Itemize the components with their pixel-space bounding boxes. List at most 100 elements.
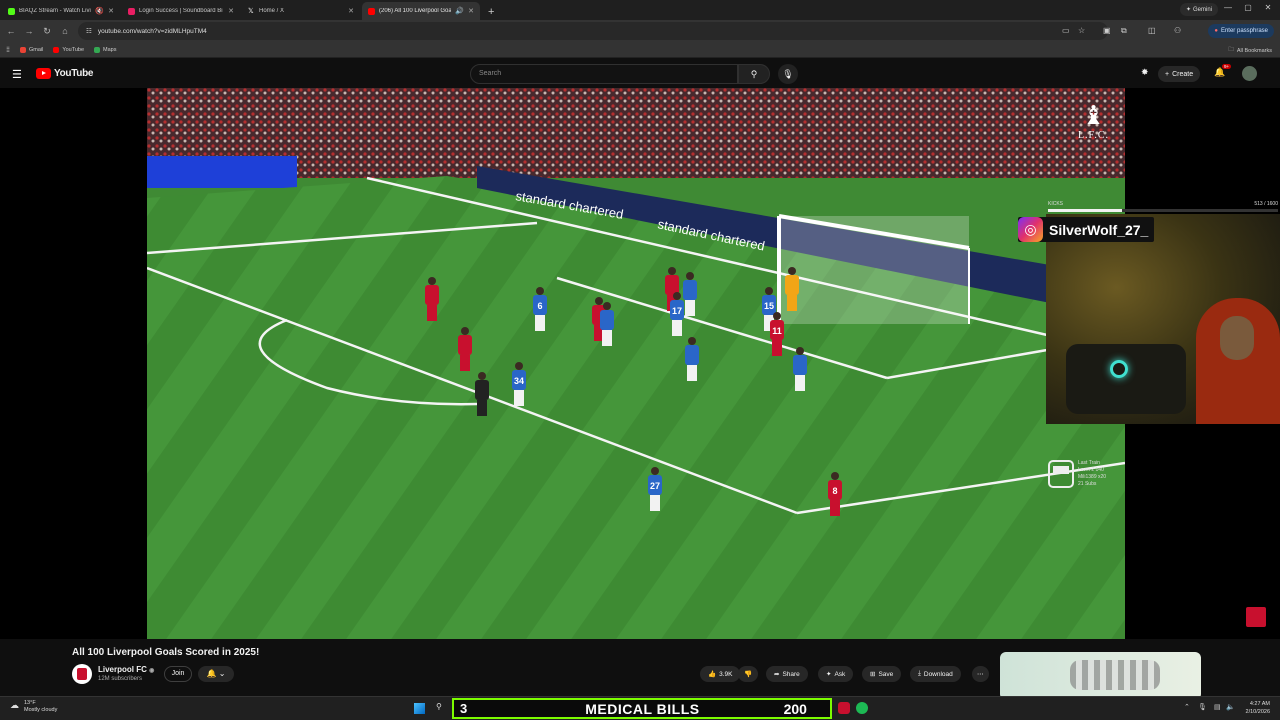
bookmark-maps[interactable]: Maps <box>94 46 116 53</box>
side-panel-icon[interactable]: ◫ <box>1148 26 1156 35</box>
instagram-handle-overlay: ◎ SilverWolf_27_ <box>1018 217 1155 242</box>
voice-search-button[interactable]: 🎙 <box>778 64 798 84</box>
bookmark-star-icon[interactable]: ☆ <box>1078 26 1085 35</box>
banner-text: MEDICAL BILLS <box>585 700 700 717</box>
banner-left-number: 3 <box>460 701 468 716</box>
player-figure: 27 <box>648 467 662 511</box>
share-label: Share <box>782 670 800 678</box>
more-actions-button[interactable]: ⋯ <box>972 666 989 682</box>
close-tab-icon[interactable]: ✕ <box>468 7 474 15</box>
jersey-number: 27 <box>650 481 660 491</box>
train-line: 21 Subs <box>1078 481 1097 487</box>
notification-count-badge: 9+ <box>1222 64 1232 69</box>
channel-watermark-icon[interactable] <box>1246 607 1266 627</box>
hamburger-menu-icon[interactable]: ☰ <box>12 68 22 81</box>
temperature: 13°F <box>24 700 36 706</box>
soundboard-favicon-icon <box>128 7 135 15</box>
browser-tab-stream[interactable]: BIAQZ Stream - Watch Livi 🔇 ✕ <box>2 2 120 20</box>
channel-name[interactable]: Liverpool FC ◉ <box>98 665 154 674</box>
tray-chevron-icon[interactable]: ⌃ <box>1184 703 1190 711</box>
close-window-button[interactable]: ✕ <box>1262 3 1274 12</box>
youtube-icon <box>53 46 60 53</box>
player-figure <box>475 372 489 416</box>
taskbar-search-icon[interactable]: ⚲ <box>436 702 442 714</box>
browser-tab-x[interactable]: 𝕏 Home / X ✕ <box>242 2 360 20</box>
browser-tab-youtube[interactable]: (206) All 100 Liverpool Goa 🔊 ✕ <box>362 2 480 20</box>
cast-icon[interactable]: ✸ <box>1141 67 1149 78</box>
browser-toolbar: ← → ↻ ⌂ ☷ youtube.com/watch?v=zidMLHpuTM… <box>0 20 1280 42</box>
maps-icon <box>94 46 101 53</box>
chevron-down-icon: ⌄ <box>218 669 226 678</box>
all-bookmarks-label: All Bookmarks <box>1236 47 1272 54</box>
like-button[interactable]: 👍 3.9K <box>700 666 741 682</box>
train-line: Last Train <box>1078 460 1100 466</box>
enter-passphrase-button[interactable]: ● Enter passphrase <box>1208 24 1274 38</box>
new-tab-button[interactable]: + <box>488 6 494 20</box>
extension-icon[interactable]: ▣ <box>1103 26 1111 35</box>
maximize-button[interactable]: ▢ <box>1242 3 1254 12</box>
user-avatar[interactable] <box>1242 66 1257 81</box>
jersey-number: 17 <box>672 306 682 316</box>
taskbar-app-icon[interactable] <box>838 702 850 714</box>
volume-icon[interactable]: 🔈 <box>1226 703 1235 711</box>
video-frame[interactable]: standard chartered standard chartered 61… <box>147 88 1125 639</box>
dislike-button[interactable]: 👎 <box>738 666 759 682</box>
minimize-button[interactable]: — <box>1222 3 1234 12</box>
reload-button[interactable]: ↻ <box>38 26 56 37</box>
install-app-icon[interactable]: ▭ <box>1062 26 1070 35</box>
close-tab-icon[interactable]: ✕ <box>228 7 234 15</box>
hype-train-overlay: Last Train Level 2 140 Mili1389 x20 21 S… <box>1048 460 1106 488</box>
train-line: Level 2 140 <box>1078 467 1104 473</box>
folder-icon: 🗀 <box>1228 47 1234 53</box>
gemini-button[interactable]: ✦ Gemini <box>1179 3 1218 16</box>
site-info-icon[interactable]: ☷ <box>86 27 92 35</box>
back-button[interactable]: ← <box>2 26 20 36</box>
passphrase-label: Enter passphrase <box>1220 28 1268 34</box>
network-icon[interactable]: ▤ <box>1214 703 1221 711</box>
create-button[interactable]: + Create <box>1158 66 1201 82</box>
share-button[interactable]: ➦ Share <box>766 666 808 682</box>
rgb-light <box>1110 360 1128 378</box>
subscription-bell-button[interactable]: 🔔 ⌄ <box>198 666 234 682</box>
save-button[interactable]: ⊞ Save <box>862 666 902 682</box>
bookmark-gmail[interactable]: Gmail <box>20 46 43 53</box>
windows-start-icon[interactable] <box>414 703 425 714</box>
bookmark-youtube[interactable]: YouTube <box>53 46 84 53</box>
close-tab-icon[interactable]: ✕ <box>108 7 114 15</box>
extensions-puzzle-icon[interactable]: ⧉ <box>1121 26 1127 36</box>
mic-tray-icon[interactable]: 🎙 <box>1198 703 1207 711</box>
gemini-label: Gemini <box>1192 6 1212 13</box>
home-button[interactable]: ⌂ <box>56 26 74 36</box>
all-bookmarks-button[interactable]: 🗀 All Bookmarks <box>1228 46 1272 55</box>
search-button[interactable]: ⚲ <box>738 64 770 84</box>
join-button[interactable]: Join <box>164 666 192 682</box>
plus-icon: + <box>1165 70 1170 78</box>
channel-avatar[interactable] <box>72 664 92 684</box>
jersey-number: 15 <box>764 301 774 311</box>
sidebar-ad-thumbnail[interactable] <box>1000 652 1201 700</box>
youtube-header: ☰ YouTube Search ⚲ 🎙 ✸ + Create 🔔 9+ <box>0 60 1280 88</box>
sparkle-icon: ✦ <box>826 671 832 678</box>
ask-button[interactable]: ✦ Ask <box>818 666 854 682</box>
mute-icon[interactable]: 🔇 <box>95 7 104 15</box>
players-layer: 6 17 15 11 34 27 8 <box>425 267 842 516</box>
address-bar[interactable]: ☷ youtube.com/watch?v=zidMLHpuTM4 <box>78 22 1108 40</box>
forward-button[interactable]: → <box>20 26 38 36</box>
search-input[interactable]: Search <box>470 64 738 84</box>
thumbs-down-icon: 👎 <box>744 671 753 678</box>
profile-icon[interactable]: ⚇ <box>1174 26 1181 35</box>
close-tab-icon[interactable]: ✕ <box>348 7 354 15</box>
create-label: Create <box>1172 70 1194 78</box>
weather-widget[interactable]: ☁ 13°F Mostly cloudy <box>10 700 57 714</box>
download-button[interactable]: ⤓ Download <box>910 666 961 682</box>
audio-icon[interactable]: 🔊 <box>455 7 464 15</box>
browser-tab-soundboard[interactable]: Login Success | Soundboard Bi ✕ <box>122 2 240 20</box>
sync-error-icon: ● <box>1214 28 1218 34</box>
apps-grid-icon[interactable]: ⣿ <box>6 47 10 53</box>
clock[interactable]: 4:27 AM 2/10/2026 <box>1246 700 1270 716</box>
youtube-logo[interactable]: YouTube <box>36 68 94 79</box>
kick-favicon-icon <box>8 7 15 15</box>
spotify-icon[interactable] <box>856 702 868 714</box>
tab-title: BIAQZ Stream - Watch Livi <box>19 8 91 14</box>
windows-taskbar: ☁ 13°F Mostly cloudy ⚲ 3 MEDICAL BILLS 2… <box>0 696 1280 720</box>
